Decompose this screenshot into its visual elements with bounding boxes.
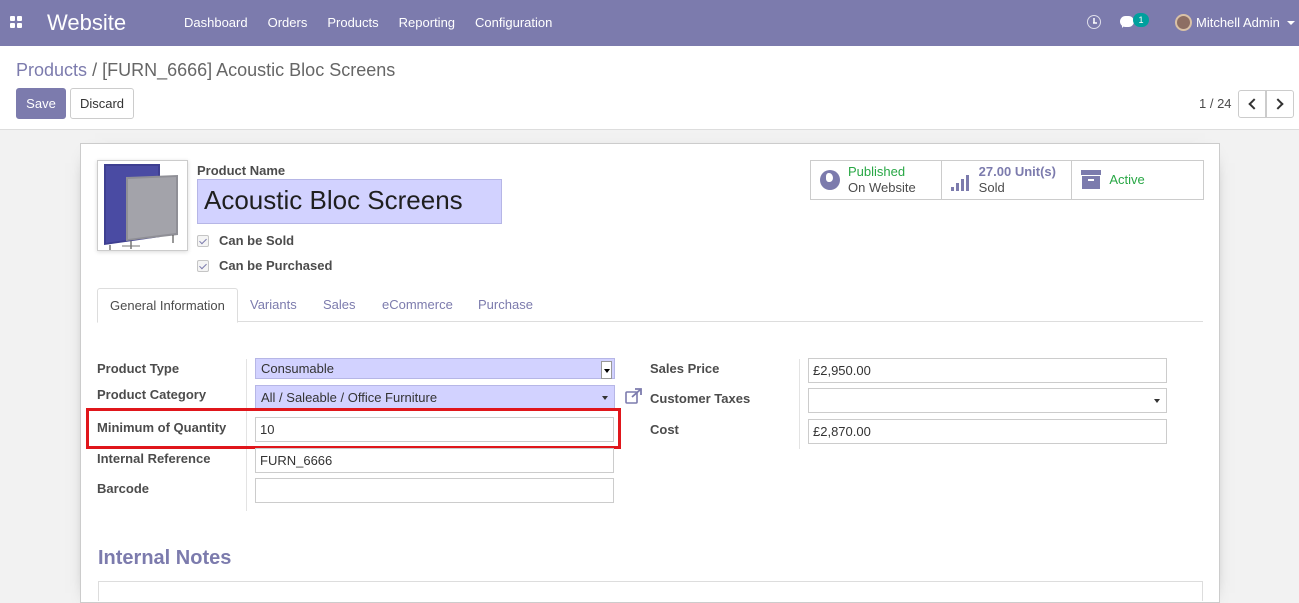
- product-type-label: Product Type: [97, 361, 180, 376]
- internal-notes-title: Internal Notes: [98, 547, 232, 569]
- chevron-down-icon[interactable]: [1287, 21, 1295, 25]
- sold-sub: Sold: [978, 180, 1005, 195]
- published-status: Published: [848, 164, 906, 179]
- product-category-label: Product Category: [97, 387, 207, 402]
- tab-purchase[interactable]: Purchase: [478, 288, 533, 322]
- product-category-value: All / Saleable / Office Furniture: [261, 390, 438, 405]
- can-be-sold-label: Can be Sold: [219, 233, 295, 248]
- smart-button-box: Published On Website 27.00 Unit(s) Sold …: [810, 160, 1204, 200]
- breadcrumb-products[interactable]: Products: [16, 60, 87, 80]
- product-type-value: Consumable: [261, 361, 334, 376]
- published-sub: On Website: [848, 180, 916, 195]
- internal-notes-editor[interactable]: [98, 581, 1203, 601]
- chevron-right-icon: [1272, 98, 1284, 110]
- product-image[interactable]: [97, 160, 188, 251]
- can-be-purchased-checkbox[interactable]: [197, 259, 209, 272]
- menu-item-configuration[interactable]: Configuration: [465, 15, 562, 30]
- published-button[interactable]: Published On Website: [811, 161, 942, 199]
- tab-ecommerce[interactable]: eCommerce: [382, 288, 453, 322]
- app-name[interactable]: Website: [47, 10, 126, 36]
- can-be-purchased-row: Can be Purchased: [197, 258, 332, 273]
- message-count-badge: 1: [1133, 13, 1149, 27]
- globe-icon: [820, 170, 840, 190]
- tab-sales[interactable]: Sales: [323, 288, 356, 322]
- notebook-tabs: General Information Variants Sales eComm…: [97, 288, 1203, 323]
- breadcrumb-separator: /: [92, 60, 98, 80]
- published-text: Published On Website: [848, 164, 916, 196]
- product-category-select[interactable]: All / Saleable / Office Furniture: [255, 385, 615, 409]
- active-toggle-button[interactable]: Active: [1072, 161, 1203, 199]
- right-group-divider: [799, 359, 800, 449]
- product-type-select[interactable]: Consumable: [255, 358, 615, 379]
- archive-icon: [1081, 170, 1102, 190]
- user-menu[interactable]: Mitchell Admin: [1196, 15, 1280, 30]
- highlight-box: [86, 408, 621, 449]
- clock-icon[interactable]: [1087, 15, 1101, 29]
- pager-previous-button[interactable]: [1238, 90, 1266, 118]
- discard-button[interactable]: Discard: [70, 88, 134, 119]
- barcode-label: Barcode: [97, 481, 150, 496]
- active-text: Active: [1109, 172, 1144, 188]
- form-sheet: Product Name Acoustic Bloc Screens Can b…: [80, 143, 1220, 603]
- sales-price-input[interactable]: £2,950.00: [808, 358, 1167, 383]
- tab-variants[interactable]: Variants: [250, 288, 297, 322]
- menu-item-reporting[interactable]: Reporting: [389, 15, 465, 30]
- chevron-down-icon: [1154, 399, 1160, 403]
- internal-reference-label: Internal Reference: [97, 451, 211, 466]
- sold-text: 27.00 Unit(s) Sold: [979, 164, 1056, 196]
- product-name-input[interactable]: Acoustic Bloc Screens: [197, 179, 502, 224]
- sold-value: 27.00 Unit(s): [978, 164, 1056, 179]
- pager-next-button[interactable]: [1266, 90, 1294, 118]
- chevron-left-icon: [1248, 98, 1260, 110]
- can-be-sold-row: Can be Sold: [197, 233, 294, 248]
- main-menu: Dashboard Orders Products Reporting Conf…: [174, 15, 562, 30]
- avatar[interactable]: [1175, 14, 1192, 31]
- breadcrumb-current: [FURN_6666] Acoustic Bloc Screens: [102, 60, 396, 80]
- sold-button[interactable]: 27.00 Unit(s) Sold: [942, 161, 1073, 199]
- internal-reference-input[interactable]: FURN_6666: [255, 448, 614, 473]
- breadcrumb: Products / [FURN_6666] Acoustic Bloc Scr…: [16, 60, 395, 81]
- top-navbar: Website Dashboard Orders Products Report…: [0, 0, 1299, 46]
- apps-icon[interactable]: [10, 16, 23, 29]
- chat-icon[interactable]: [1120, 16, 1134, 28]
- tab-general-information[interactable]: General Information: [97, 288, 238, 323]
- customer-taxes-select[interactable]: [808, 388, 1167, 413]
- sales-price-label: Sales Price: [650, 361, 720, 376]
- cost-label: Cost: [650, 422, 679, 437]
- barcode-input[interactable]: [255, 478, 614, 503]
- menu-item-dashboard[interactable]: Dashboard: [174, 15, 258, 30]
- active-label: Active: [1109, 172, 1145, 187]
- can-be-sold-checkbox[interactable]: [197, 234, 209, 247]
- control-panel: Products / [FURN_6666] Acoustic Bloc Scr…: [0, 46, 1299, 130]
- save-button[interactable]: Save: [16, 88, 66, 119]
- pager-value[interactable]: 1 / 24: [1199, 96, 1232, 111]
- chevron-down-icon: [602, 396, 608, 400]
- cost-input[interactable]: £2,870.00: [808, 419, 1167, 444]
- external-link-icon[interactable]: [625, 388, 643, 404]
- menu-item-products[interactable]: Products: [317, 15, 388, 30]
- can-be-purchased-label: Can be Purchased: [219, 258, 333, 273]
- customer-taxes-label: Customer Taxes: [650, 391, 751, 406]
- product-name-label: Product Name: [197, 163, 286, 178]
- chevron-down-icon: [601, 361, 612, 379]
- signal-bars-icon: [950, 171, 973, 191]
- menu-item-orders[interactable]: Orders: [258, 15, 318, 30]
